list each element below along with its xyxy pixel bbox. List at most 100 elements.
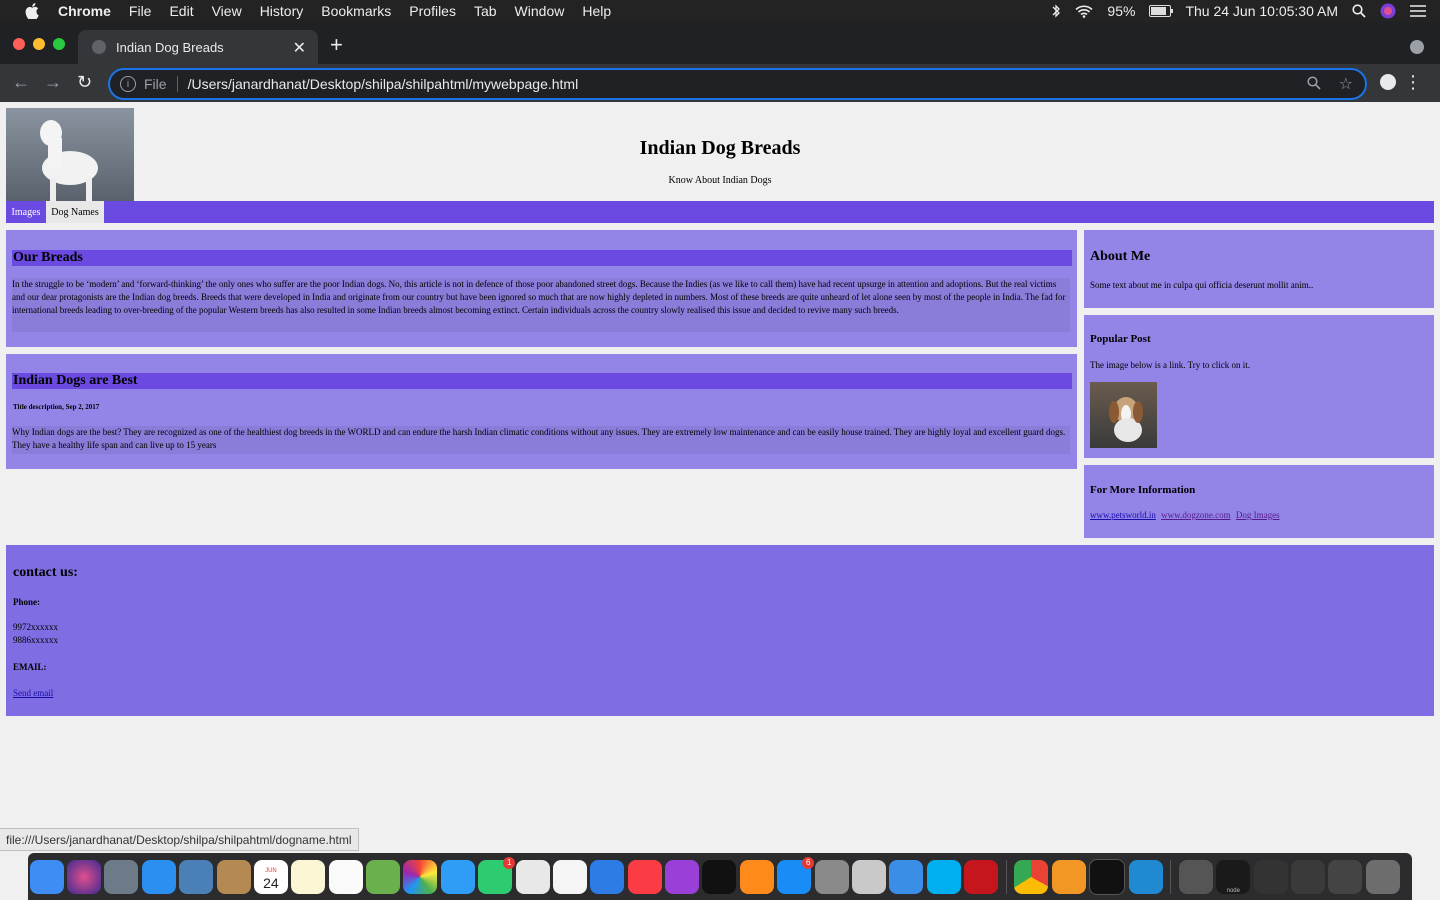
link-dog-images[interactable]: Dog Images bbox=[1236, 510, 1280, 520]
our-breeds-heading: Our Breads bbox=[12, 250, 1072, 266]
books-icon[interactable] bbox=[739, 859, 774, 894]
acrobat-icon[interactable] bbox=[964, 859, 999, 894]
menu-tab[interactable]: Tab bbox=[474, 3, 497, 19]
nav-bar: Images Dog Names bbox=[6, 201, 1434, 223]
bookmark-star-icon[interactable]: ☆ bbox=[1339, 74, 1353, 94]
nav-link-images[interactable]: Images bbox=[6, 201, 46, 223]
mail-icon[interactable] bbox=[179, 859, 214, 894]
preview-icon[interactable] bbox=[515, 859, 550, 894]
new-tab-plus-icon[interactable]: + bbox=[330, 32, 343, 58]
send-email-link[interactable]: Send email bbox=[13, 688, 53, 698]
xcode-icon[interactable] bbox=[889, 859, 924, 894]
chrome-icon[interactable] bbox=[1014, 859, 1049, 894]
wifi-icon[interactable] bbox=[1075, 5, 1093, 18]
profile-avatar-icon[interactable] bbox=[1380, 74, 1396, 90]
launchpad-icon[interactable] bbox=[104, 859, 139, 894]
site-info-icon[interactable]: i bbox=[120, 76, 136, 92]
calendar-icon[interactable]: JUN 24 bbox=[253, 859, 288, 894]
notes-icon[interactable] bbox=[291, 859, 326, 894]
photos-icon[interactable] bbox=[403, 859, 438, 894]
image-capture-icon[interactable] bbox=[851, 859, 886, 894]
contacts-icon[interactable] bbox=[216, 859, 251, 894]
close-tab-icon[interactable]: ✕ bbox=[293, 38, 306, 58]
page-favicon-icon bbox=[92, 40, 106, 54]
dock: JUN 24 1 6 node bbox=[28, 853, 1412, 900]
email-label: EMAIL: bbox=[13, 662, 47, 672]
skype-icon[interactable] bbox=[926, 859, 961, 894]
menu-history[interactable]: History bbox=[260, 3, 304, 19]
close-window-button[interactable] bbox=[13, 38, 25, 50]
keynote-icon[interactable] bbox=[590, 859, 625, 894]
clock[interactable]: Thu 24 Jun 10:05:30 AM bbox=[1185, 3, 1338, 19]
podcasts-icon[interactable] bbox=[665, 859, 700, 894]
link-status-bar: file:///Users/janardhanat/Desktop/shilpa… bbox=[0, 828, 359, 851]
app-store-icon[interactable]: 6 bbox=[777, 856, 815, 894]
more-info-links: www.petsworld.in www.dogzone.com Dog Ima… bbox=[1090, 510, 1283, 520]
our-breeds-text: In the struggle to be ‘modern’ and ‘forw… bbox=[12, 278, 1070, 332]
facetime-icon[interactable]: 1 bbox=[478, 856, 516, 894]
reminders-icon[interactable] bbox=[328, 859, 363, 894]
app-store-badge: 6 bbox=[802, 856, 815, 869]
siri-app-icon[interactable] bbox=[67, 859, 102, 894]
apple-icon[interactable] bbox=[22, 3, 42, 19]
menu-bar: Chrome File Edit View History Bookmarks … bbox=[0, 0, 1440, 22]
popular-post-heading: Popular Post bbox=[1090, 333, 1151, 345]
system-preferences-icon[interactable] bbox=[814, 859, 849, 894]
zoom-window-button[interactable] bbox=[53, 38, 65, 50]
url-scheme-label: File bbox=[144, 76, 178, 92]
contact-heading: contact us: bbox=[13, 565, 78, 580]
indian-dogs-best-card: Indian Dogs are Best Title description, … bbox=[6, 354, 1077, 469]
reload-icon[interactable]: ↻ bbox=[77, 72, 92, 93]
popular-post-dog-image-link[interactable] bbox=[1090, 382, 1157, 448]
indian-dogs-best-heading: Indian Dogs are Best bbox=[12, 373, 1072, 389]
link-petsworld[interactable]: www.petsworld.in bbox=[1090, 510, 1156, 520]
downloads-stack-icon[interactable] bbox=[1178, 859, 1213, 894]
minimized-window-thumbnail[interactable] bbox=[1291, 859, 1326, 894]
sublime-text-icon[interactable] bbox=[1051, 859, 1086, 894]
music-icon[interactable] bbox=[627, 859, 662, 894]
tab-search-icon[interactable] bbox=[1410, 40, 1424, 54]
menu-help[interactable]: Help bbox=[582, 3, 611, 19]
facetime-badge: 1 bbox=[503, 856, 516, 869]
url-text[interactable]: /Users/janardhanat/Desktop/shilpa/shilpa… bbox=[188, 76, 579, 92]
minimized-window-thumbnail[interactable] bbox=[1328, 859, 1363, 894]
zoom-magnifier-icon[interactable] bbox=[1307, 76, 1321, 93]
terminal-window-thumbnail[interactable]: node bbox=[1216, 859, 1251, 894]
menu-edit[interactable]: Edit bbox=[169, 3, 193, 19]
menu-bookmarks[interactable]: Bookmarks bbox=[321, 3, 391, 19]
forward-arrow-icon[interactable]: → bbox=[44, 72, 62, 93]
address-bar[interactable]: i File /Users/janardhanat/Desktop/shilpa… bbox=[108, 68, 1367, 100]
maps-icon[interactable] bbox=[366, 859, 401, 894]
safari-icon[interactable] bbox=[141, 859, 176, 894]
link-dogzone[interactable]: www.dogzone.com bbox=[1161, 510, 1230, 520]
terminal-icon[interactable] bbox=[1089, 858, 1126, 895]
browser-tab[interactable]: Indian Dog Breads ✕ bbox=[78, 30, 318, 64]
vscode-icon[interactable] bbox=[1128, 859, 1163, 894]
nav-link-dog-names[interactable]: Dog Names bbox=[46, 201, 104, 223]
browser-tab-strip: Indian Dog Breads ✕ + bbox=[0, 22, 1440, 64]
menu-window[interactable]: Window bbox=[515, 3, 565, 19]
indian-dogs-best-text: Why Indian dogs are the best? They are r… bbox=[12, 426, 1070, 454]
battery-icon[interactable] bbox=[1149, 5, 1174, 17]
control-center-icon[interactable] bbox=[1410, 5, 1426, 17]
messages-icon[interactable] bbox=[440, 859, 475, 894]
menu-view[interactable]: View bbox=[212, 3, 242, 19]
terminal-window-label: node bbox=[1226, 887, 1240, 894]
trash-icon[interactable] bbox=[1365, 859, 1400, 894]
more-menu-icon[interactable]: ⋮ bbox=[1404, 72, 1422, 93]
minimized-window-thumbnail[interactable] bbox=[1253, 859, 1288, 894]
siri-icon[interactable] bbox=[1380, 3, 1396, 19]
numbers-icon[interactable] bbox=[552, 859, 587, 894]
menu-app-name[interactable]: Chrome bbox=[58, 3, 111, 19]
finder-icon[interactable] bbox=[29, 859, 64, 894]
menu-file[interactable]: File bbox=[129, 3, 152, 19]
post-meta: Title description, Sep 2, 2017 bbox=[13, 403, 100, 411]
minimize-window-button[interactable] bbox=[33, 38, 45, 50]
apple-tv-icon[interactable] bbox=[702, 859, 737, 894]
bluetooth-icon[interactable] bbox=[1051, 4, 1061, 18]
back-arrow-icon[interactable]: ← bbox=[12, 72, 30, 93]
menu-profiles[interactable]: Profiles bbox=[409, 3, 456, 19]
browser-toolbar: ← → ↻ i File /Users/janardhanat/Desktop/… bbox=[0, 64, 1440, 102]
spotlight-icon[interactable] bbox=[1352, 4, 1366, 18]
calendar-day: 24 bbox=[263, 874, 279, 891]
